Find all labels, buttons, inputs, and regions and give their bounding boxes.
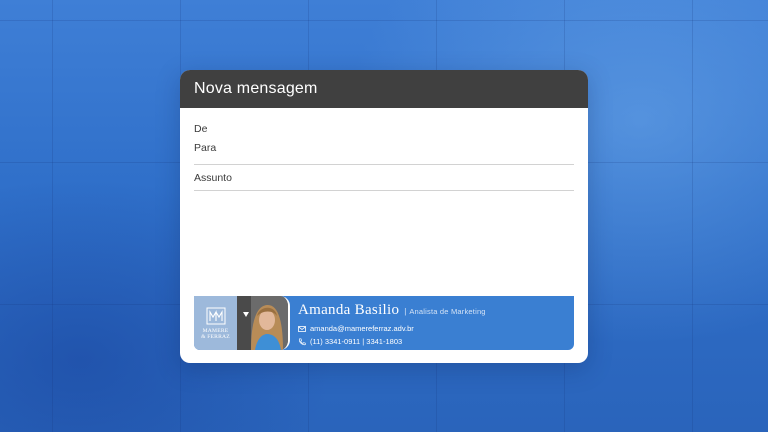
signature-separator: | (404, 307, 407, 316)
to-divider (194, 164, 574, 165)
phone-icon (299, 337, 306, 345)
compose-title: Nova mensagem (194, 80, 318, 97)
profile-photo-image (237, 296, 288, 350)
signature-email-row: amanda@mamereferraz.adv.br (298, 324, 486, 333)
subject-field[interactable]: Assunto (194, 172, 232, 184)
subject-divider (194, 190, 574, 191)
signature-name: Amanda Basilio (298, 302, 400, 318)
envelope-icon (298, 325, 306, 332)
email-signature: MAMERE & FERRAZ Amanda Basilio | Analist… (194, 296, 574, 350)
company-logo: MAMERE & FERRAZ (194, 296, 237, 350)
signature-phone[interactable]: (11) 3341-0911 | 3341-1803 (310, 337, 402, 346)
profile-photo (237, 296, 290, 350)
to-field[interactable]: Para (194, 142, 216, 154)
company-logo-mark (206, 307, 225, 324)
logo-line-2: & FERRAZ (201, 333, 230, 340)
from-field[interactable]: De (194, 123, 207, 135)
compose-titlebar: Nova mensagem (180, 70, 588, 108)
compose-window: Nova mensagem De Para Assunto MAMERE & F… (180, 70, 588, 363)
signature-email[interactable]: amanda@mamereferraz.adv.br (310, 324, 414, 333)
signature-role: Analista de Marketing (409, 307, 486, 316)
signature-info: Amanda Basilio | Analista de Marketing a… (298, 302, 486, 346)
signature-phone-row: (11) 3341-0911 | 3341-1803 (298, 337, 486, 346)
logo-line-1: MAMERE (202, 327, 229, 334)
